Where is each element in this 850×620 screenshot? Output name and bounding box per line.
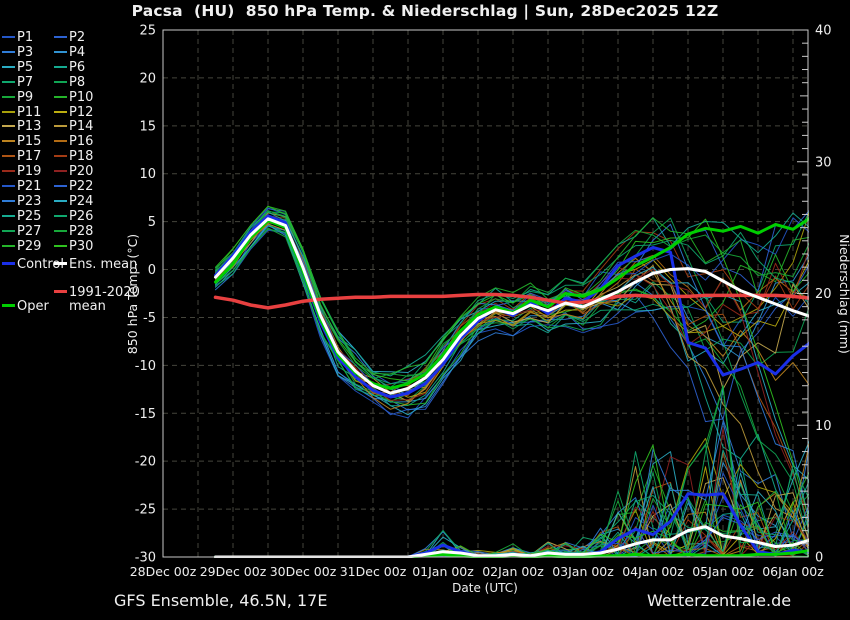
y-left-tick-label: 25 xyxy=(139,24,156,39)
y-left-axis-title: 850 hPa Temp. (°C) xyxy=(125,234,140,354)
y-left-tick-label: 20 xyxy=(139,71,156,86)
y-right-tick-label: 10 xyxy=(815,419,832,434)
y-left-tick-label: 15 xyxy=(139,119,156,134)
y-left-tick-label: -25 xyxy=(135,503,156,518)
y-left-tick-label: -5 xyxy=(143,311,156,326)
y-right-tick-label: 30 xyxy=(815,155,832,170)
x-tick-label: 28Dec 00z xyxy=(130,564,197,579)
y-right-axis-title: Niederschlag (mm) xyxy=(837,234,850,354)
model-info: GFS Ensemble, 46.5N, 17E xyxy=(114,591,327,610)
x-tick-label: 30Dec 00z xyxy=(270,564,337,579)
x-tick-label: 06Jan 00z xyxy=(762,564,824,579)
y-left-tick-label: -10 xyxy=(135,359,156,374)
y-left-tick-label: -20 xyxy=(135,455,156,470)
y-left-tick-label: 10 xyxy=(139,167,156,182)
member-precip-P17 xyxy=(216,452,811,557)
x-tick-label: 29Dec 00z xyxy=(200,564,267,579)
x-tick-label: 31Dec 00z xyxy=(340,564,407,579)
x-tick-label: 01Jan 00z xyxy=(412,564,474,579)
x-tick-label: 02Jan 00z xyxy=(482,564,544,579)
x-tick-label: 05Jan 00z xyxy=(692,564,754,579)
site-credit: Wetterzentrale.de xyxy=(647,591,791,610)
y-right-tick-label: 40 xyxy=(815,24,832,39)
y-left-tick-label: -15 xyxy=(135,407,156,422)
y-right-tick-label: 20 xyxy=(815,287,832,302)
x-axis-title: Date (UTC) xyxy=(452,581,518,595)
y-left-tick-label: 5 xyxy=(148,215,156,230)
meteogram-page: { "title": "Pacsa (HU) 850 hPa Temp. & N… xyxy=(0,0,850,620)
x-tick-label: 04Jan 00z xyxy=(622,564,684,579)
y-left-tick-label: 0 xyxy=(148,263,156,278)
x-tick-label: 03Jan 00z xyxy=(552,564,614,579)
meteogram-plot: 2520151050-5-10-15-20-25-3040302010028De… xyxy=(0,0,850,620)
